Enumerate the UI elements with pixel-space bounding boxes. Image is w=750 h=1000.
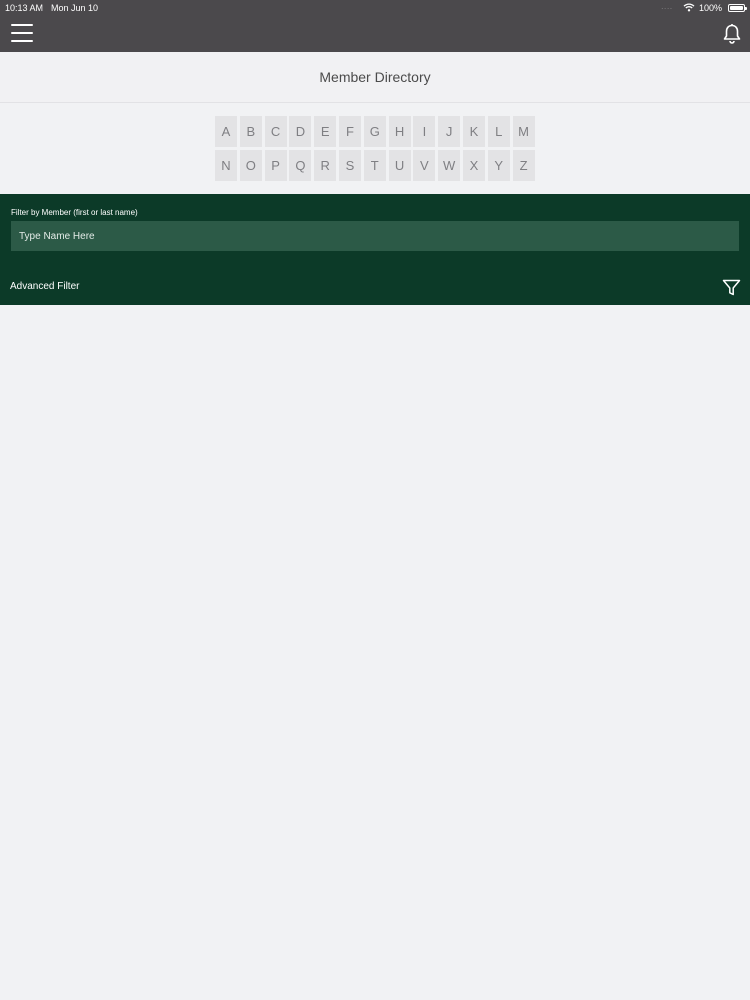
advanced-filter-button[interactable]: Advanced Filter (10, 281, 79, 292)
letter-button[interactable]: A (215, 116, 237, 147)
nav-bar (0, 15, 750, 52)
letter-button[interactable]: H (388, 116, 411, 147)
letter-button[interactable]: V (413, 150, 436, 181)
status-bar: 10:13 AM Mon Jun 10 .... 100% (0, 0, 750, 15)
letter-button[interactable]: U (388, 150, 411, 181)
status-date: Mon Jun 10 (51, 2, 99, 13)
letter-button[interactable]: B (239, 116, 262, 147)
letter-button[interactable]: R (314, 150, 337, 181)
battery-icon (728, 3, 747, 12)
bell-icon[interactable] (722, 23, 742, 45)
letter-button[interactable]: N (215, 150, 237, 181)
letter-button[interactable]: W (438, 150, 461, 181)
letter-button[interactable]: Z (512, 150, 535, 181)
alphabet-index: ABCDEFGHIJKLM NOPQRSTUVWXYZ (215, 116, 537, 181)
letter-button[interactable]: E (314, 116, 337, 147)
letter-button[interactable]: O (239, 150, 262, 181)
letter-button[interactable]: M (512, 116, 535, 147)
letter-button[interactable]: D (289, 116, 312, 147)
letter-button[interactable]: G (363, 116, 386, 147)
results-area (0, 305, 750, 1000)
hamburger-menu-icon[interactable] (11, 24, 33, 42)
title-bar: Member Directory (0, 52, 750, 103)
filter-panel: Filter by Member (first or last name) Ad… (0, 194, 750, 305)
letter-button[interactable]: I (413, 116, 436, 147)
status-time: 10:13 AM (5, 2, 44, 13)
wifi-icon (683, 3, 695, 12)
page-title: Member Directory (319, 69, 431, 85)
status-indicators: .... 100% (661, 2, 747, 13)
name-search-input[interactable] (11, 221, 739, 251)
status-dots: .... (661, 4, 673, 11)
letter-button[interactable]: C (264, 116, 287, 147)
letter-button[interactable]: J (438, 116, 461, 147)
letter-button[interactable]: T (363, 150, 386, 181)
letter-button[interactable]: P (264, 150, 287, 181)
filter-label: Filter by Member (first or last name) (11, 208, 138, 217)
letter-button[interactable]: Y (487, 150, 510, 181)
letter-button[interactable]: F (338, 116, 361, 147)
letter-button[interactable]: Q (289, 150, 312, 181)
letter-button[interactable]: X (462, 150, 485, 181)
battery-percent: 100% (698, 2, 722, 13)
letter-button[interactable]: K (462, 116, 485, 147)
funnel-filter-icon[interactable] (722, 279, 741, 297)
letter-button[interactable]: L (487, 116, 510, 147)
letter-button[interactable]: S (338, 150, 361, 181)
